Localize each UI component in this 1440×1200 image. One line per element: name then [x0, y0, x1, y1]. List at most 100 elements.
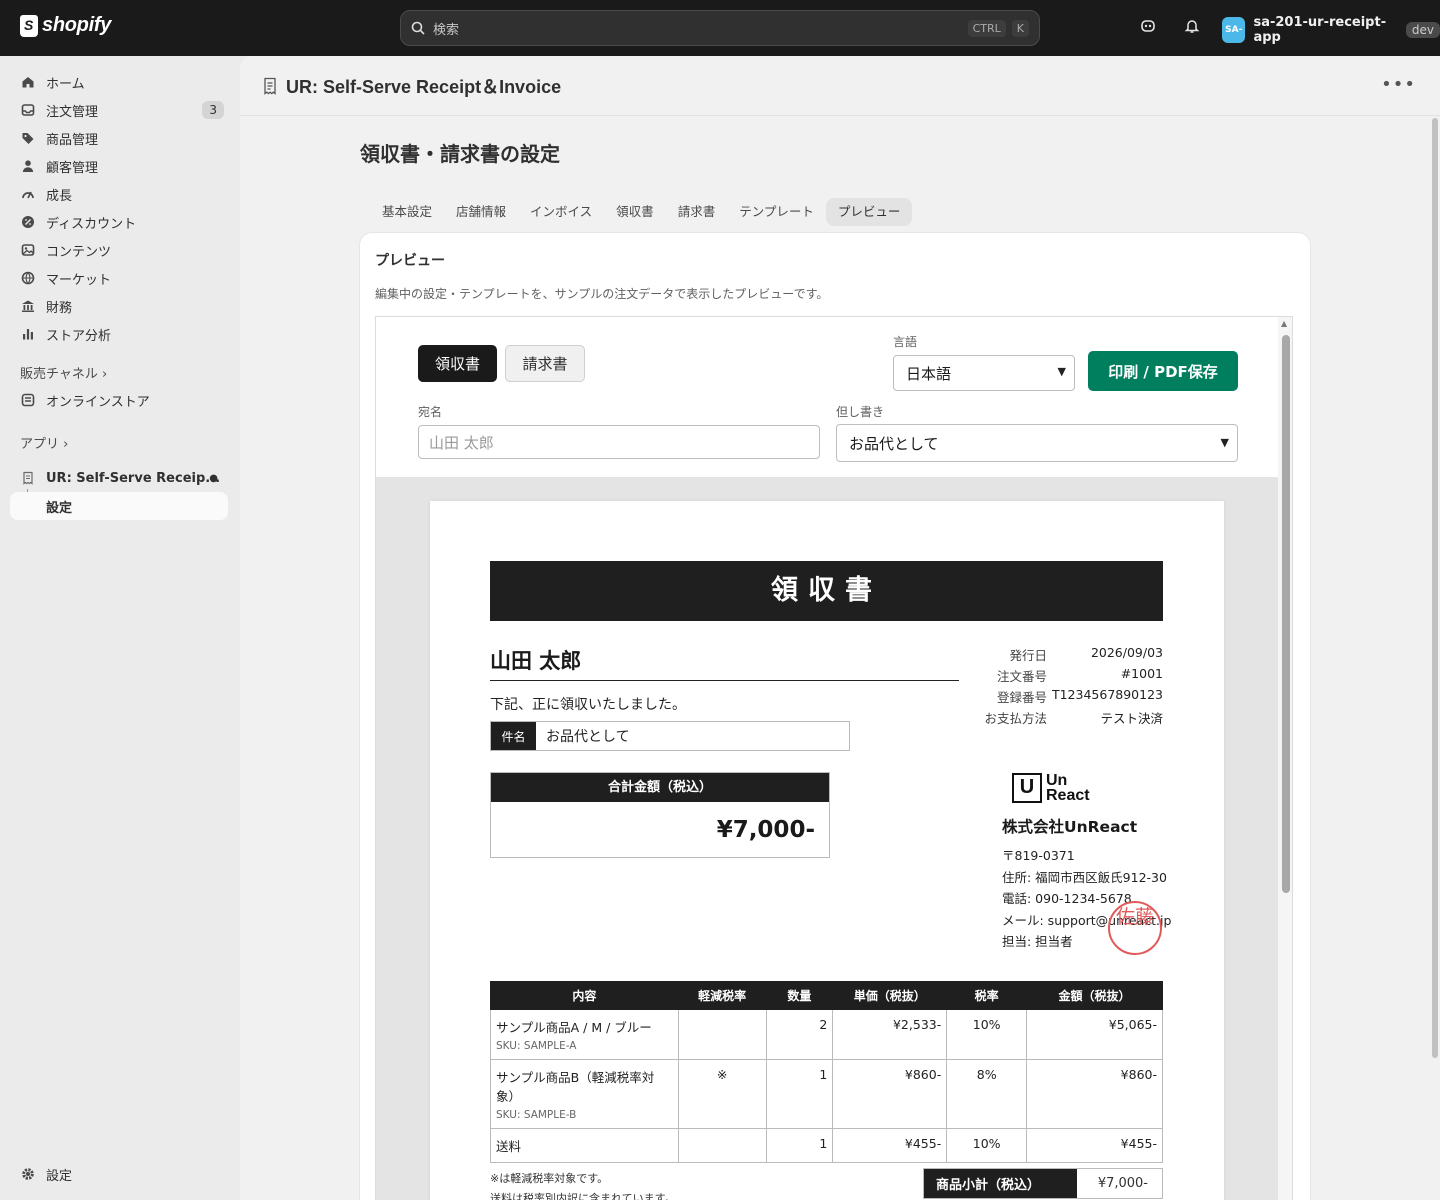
- meta-row: お支払方法 テスト決済: [975, 708, 1163, 729]
- bank-icon: [20, 298, 36, 314]
- proviso-label: 但し書き: [836, 405, 885, 419]
- page-scrollbar[interactable]: [1432, 118, 1438, 1058]
- sales-channels-heading[interactable]: 販売チャネル ›: [20, 363, 107, 382]
- tab-receipt[interactable]: 領収書: [604, 198, 666, 226]
- addressee-label: 宛名: [418, 405, 443, 419]
- items-table: 内容 軽減税率 数量 単価（税抜） 税率 金額（税抜） サンプル商品A / M …: [490, 981, 1163, 1163]
- store-name: sa-201-ur-receipt-app: [1253, 15, 1387, 45]
- sidebar-item-products[interactable]: 商品管理: [10, 124, 228, 152]
- tab-invoice[interactable]: 請求書: [666, 198, 728, 226]
- unreact-logo: U Un React: [1012, 773, 1172, 804]
- amount-cell: ¥455-: [1026, 1128, 1163, 1163]
- sidebar-item-label: 財務: [46, 300, 73, 316]
- table-header-row: 内容 軽減税率 数量 単価（税抜） 税率 金額（税抜）: [490, 981, 1163, 1010]
- unit-price-cell: ¥860-: [832, 1059, 948, 1129]
- sidebar-item-home[interactable]: ホーム: [10, 68, 228, 96]
- tab-template[interactable]: テンプレート: [727, 198, 826, 226]
- meta-value: 2026/09/03: [1090, 645, 1163, 660]
- language-value: 日本語: [906, 364, 952, 383]
- pin-dot-icon[interactable]: ●: [209, 473, 218, 484]
- home-icon: [20, 74, 36, 90]
- proviso-select[interactable]: お品代として ▼: [836, 424, 1238, 462]
- note-line: 送料は税率別内訳に含まれています。: [490, 1192, 676, 1200]
- sidebar-item-label: 顧客管理: [46, 160, 99, 176]
- language-select[interactable]: 日本語 ▼: [893, 355, 1075, 391]
- sidebar-item-discounts[interactable]: ディスカウント: [10, 208, 228, 236]
- sidebar-item-label: マーケット: [46, 272, 112, 288]
- sidebar-item-finance[interactable]: 財務: [10, 292, 228, 320]
- sidebar-item-label: 設定: [46, 1168, 73, 1184]
- sidebar-item-markets[interactable]: マーケット: [10, 264, 228, 292]
- store-menu[interactable]: SA- sa-201-ur-receipt-app dev: [1222, 15, 1440, 45]
- meta-row: 注文番号 #1001: [975, 666, 1163, 687]
- apps-heading[interactable]: アプリ ›: [20, 433, 68, 452]
- preview-scrollbar[interactable]: ▲: [1278, 317, 1292, 1200]
- print-pdf-button[interactable]: 印刷 / PDF保存: [1088, 351, 1238, 391]
- sidebar-item-app-settings[interactable]: 設定: [10, 492, 228, 520]
- receipt-button[interactable]: 領収書: [418, 345, 497, 382]
- subtotal-row: 商品小計（税込） ¥7,000-: [923, 1168, 1163, 1199]
- sidebar-item-analytics[interactable]: ストア分析: [10, 320, 228, 348]
- chart-icon: [20, 326, 36, 342]
- item-name-cell: サンプル商品A / M / ブルー SKU: SAMPLE-A: [490, 1009, 679, 1060]
- tab-invoice-system[interactable]: インボイス: [518, 198, 604, 226]
- invoice-button[interactable]: 請求書: [505, 345, 585, 382]
- sidebar-item-online-store[interactable]: オンラインストア: [10, 386, 228, 414]
- tax-rate-cell: 10%: [946, 1009, 1028, 1060]
- sidebar-item-growth[interactable]: 成長: [10, 180, 228, 208]
- kbd-k: K: [1011, 19, 1029, 37]
- receipt-document: 領収書 山田 太郎 下記、正に領収いたしました。 件名 お品代として 合計金額（…: [430, 501, 1224, 1200]
- kbd-ctrl: CTRL: [967, 19, 1006, 37]
- table-row: 送料 1 ¥455- 10% ¥455-: [490, 1128, 1163, 1163]
- inbox-icon: [20, 102, 36, 118]
- store-icon: [20, 392, 36, 408]
- search-bar[interactable]: 検索 CTRL K: [400, 10, 1040, 46]
- subtotal-label: 商品小計（税込）: [924, 1169, 1077, 1198]
- receipt-title: 領収書: [490, 561, 1163, 621]
- card-title: プレビュー: [375, 253, 445, 269]
- tax-rate-cell: 8%: [946, 1059, 1028, 1129]
- reduced-cell: [677, 1009, 767, 1060]
- item-name-cell: 送料: [490, 1128, 679, 1163]
- tab-store-info[interactable]: 店舗情報: [444, 198, 518, 226]
- col-header: 内容: [490, 981, 679, 1010]
- addressee-input[interactable]: 山田 太郎: [418, 425, 820, 459]
- unit-price-cell: ¥2,533-: [832, 1009, 948, 1060]
- note-line: ※は軽減税率対象です。: [490, 1172, 609, 1185]
- globe-icon: [20, 270, 36, 286]
- bell-icon[interactable]: [1182, 18, 1202, 38]
- shopify-logo[interactable]: shopify: [20, 14, 111, 37]
- amount-cell: ¥860-: [1026, 1059, 1163, 1129]
- sidebar-item-label: UR: Self-Serve Receip...: [46, 470, 221, 486]
- meta-key: 発行日: [1009, 648, 1047, 663]
- sidebar-item-label: 商品管理: [46, 132, 99, 148]
- meta-key: お支払方法: [984, 711, 1047, 726]
- meta-row: 発行日 2026/09/03: [975, 645, 1163, 666]
- person-icon: [20, 158, 36, 174]
- proviso-value: お品代として: [849, 434, 939, 453]
- scrollbar-thumb[interactable]: [1282, 335, 1290, 893]
- meta-row: 登録番号 T1234567890123: [975, 687, 1163, 708]
- sidekick-icon[interactable]: [1138, 18, 1158, 38]
- sidebar-item-settings[interactable]: 設定: [10, 1160, 228, 1188]
- sidebar-item-orders[interactable]: 注文管理 3: [10, 96, 228, 124]
- tab-preview[interactable]: プレビュー: [825, 198, 913, 226]
- more-actions-icon[interactable]: •••: [1381, 74, 1416, 95]
- sidebar-item-receipt-app[interactable]: UR: Self-Serve Receip... ●: [10, 464, 228, 492]
- paper-background: 領収書 山田 太郎 下記、正に領収いたしました。 件名 お品代として 合計金額（…: [376, 477, 1280, 1200]
- search-input[interactable]: 検索: [433, 19, 962, 38]
- meta-key: 登録番号: [996, 690, 1047, 705]
- tab-basic[interactable]: 基本設定: [370, 198, 444, 226]
- sidebar-item-label: コンテンツ: [46, 244, 112, 260]
- card-description: 編集中の設定・テンプレートを、サンプルの注文データで表示したプレビューです。: [375, 287, 829, 301]
- orders-count-badge: 3: [202, 101, 224, 119]
- sidebar-item-content[interactable]: コンテンツ: [10, 236, 228, 264]
- col-header: 軽減税率: [677, 981, 767, 1010]
- sidebar-item-label: 成長: [46, 188, 73, 204]
- language-label: 言語: [893, 335, 918, 349]
- sidebar-item-label: ホーム: [46, 76, 85, 92]
- scroll-up-icon[interactable]: ▲: [1281, 319, 1287, 328]
- content-icon: [20, 242, 36, 258]
- subject-row: 件名 お品代として: [490, 721, 850, 751]
- sidebar-item-customers[interactable]: 顧客管理: [10, 152, 228, 180]
